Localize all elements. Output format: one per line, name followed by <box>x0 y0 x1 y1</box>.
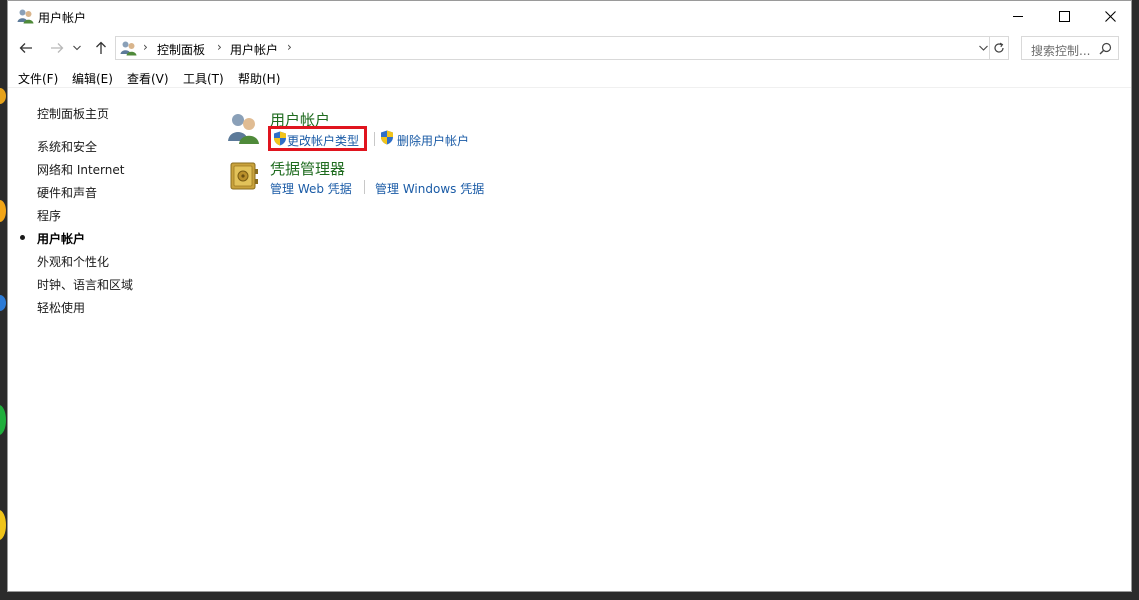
link-remove-user-accounts[interactable]: 删除用户帐户 <box>397 132 469 149</box>
back-button[interactable] <box>16 38 36 58</box>
chevron-right-icon[interactable]: › <box>287 40 292 54</box>
breadcrumb-user-accounts[interactable]: 用户帐户 <box>230 41 278 58</box>
link-divider <box>364 180 365 194</box>
link-divider <box>374 132 375 146</box>
refresh-button[interactable] <box>989 36 1009 60</box>
recent-locations-button[interactable] <box>71 38 83 58</box>
nav-control-panel-home[interactable]: 控制面板主页 <box>37 105 109 122</box>
chevron-right-icon[interactable]: › <box>143 40 148 54</box>
arrow-right-icon <box>51 43 64 53</box>
desktop-icon-fragment <box>0 88 6 104</box>
user-accounts-icon <box>120 41 137 56</box>
nav-hardware-sound[interactable]: 硬件和声音 <box>37 184 97 201</box>
link-change-account-type[interactable]: 更改帐户类型 <box>287 132 359 149</box>
title-bar: 用户帐户 <box>8 1 1131 32</box>
category-title-credential-manager[interactable]: 凭据管理器 <box>270 158 345 179</box>
link-manage-web-credentials[interactable]: 管理 Web 凭据 <box>270 180 352 197</box>
nav-network-internet[interactable]: 网络和 Internet <box>37 161 124 178</box>
user-accounts-icon <box>17 9 34 24</box>
window-title: 用户帐户 <box>38 11 87 25</box>
user-accounts-icon <box>228 114 259 144</box>
nav-clock-language-region[interactable]: 时钟、语言和区域 <box>37 276 133 293</box>
menu-edit[interactable]: 编辑(E) <box>72 70 113 87</box>
desktop-right-edge <box>1131 0 1139 600</box>
search-placeholder[interactable]: 搜索控制... <box>1031 42 1090 59</box>
desktop-icon-fragment <box>0 295 6 311</box>
nav-system-security[interactable]: 系统和安全 <box>37 138 97 155</box>
navigation-bar: › 控制面板 › 用户帐户 › 搜索控制... <box>8 35 1131 61</box>
uac-shield-icon <box>274 131 286 146</box>
menu-bar: 文件(F) 编辑(E) 查看(V) 工具(T) 帮助(H) <box>8 68 1131 88</box>
menu-tools[interactable]: 工具(T) <box>183 70 224 87</box>
minimize-button[interactable] <box>995 1 1041 31</box>
left-navigation-pane: 控制面板主页 系统和安全 网络和 Internet 硬件和声音 程序 用户帐户 … <box>8 89 208 589</box>
close-icon <box>1104 10 1116 22</box>
breadcrumb-control-panel[interactable]: 控制面板 <box>157 41 205 58</box>
desktop-icon-fragment <box>0 200 6 222</box>
control-panel-window: 用户帐户 › 控制面板 › 用户帐户 › 搜索控制... 文件(F) 编辑(E)… <box>7 0 1132 592</box>
menu-file[interactable]: 文件(F) <box>18 70 58 87</box>
arrow-up-icon <box>96 41 106 54</box>
maximize-button[interactable] <box>1041 1 1087 31</box>
minimize-icon <box>1013 16 1023 17</box>
nav-appearance[interactable]: 外观和个性化 <box>37 253 109 270</box>
link-manage-windows-credentials[interactable]: 管理 Windows 凭据 <box>375 180 484 197</box>
desktop-bottom-edge <box>0 592 1139 600</box>
forward-button[interactable] <box>47 38 67 58</box>
active-bullet <box>20 235 25 240</box>
chevron-down-icon <box>73 45 81 51</box>
credential-manager-icon <box>230 162 258 190</box>
arrow-left-icon <box>19 43 32 53</box>
up-button[interactable] <box>91 38 111 58</box>
address-bar[interactable]: › 控制面板 › 用户帐户 › <box>115 36 996 60</box>
nav-programs[interactable]: 程序 <box>37 207 61 224</box>
chevron-down-icon <box>978 45 988 51</box>
nav-ease-of-access[interactable]: 轻松使用 <box>37 299 85 316</box>
menu-help[interactable]: 帮助(H) <box>238 70 280 87</box>
chevron-right-icon[interactable]: › <box>217 40 222 54</box>
close-button[interactable] <box>1087 1 1133 31</box>
desktop-icon-fragment <box>0 405 6 435</box>
uac-shield-icon <box>381 130 393 145</box>
maximize-icon <box>1058 10 1070 22</box>
desktop-icon-fragment <box>0 510 6 540</box>
nav-user-accounts[interactable]: 用户帐户 <box>37 230 85 247</box>
search-box[interactable]: 搜索控制... <box>1021 36 1119 60</box>
menu-view[interactable]: 查看(V) <box>127 70 169 87</box>
refresh-icon <box>994 42 1004 53</box>
search-icon[interactable] <box>1099 42 1112 55</box>
